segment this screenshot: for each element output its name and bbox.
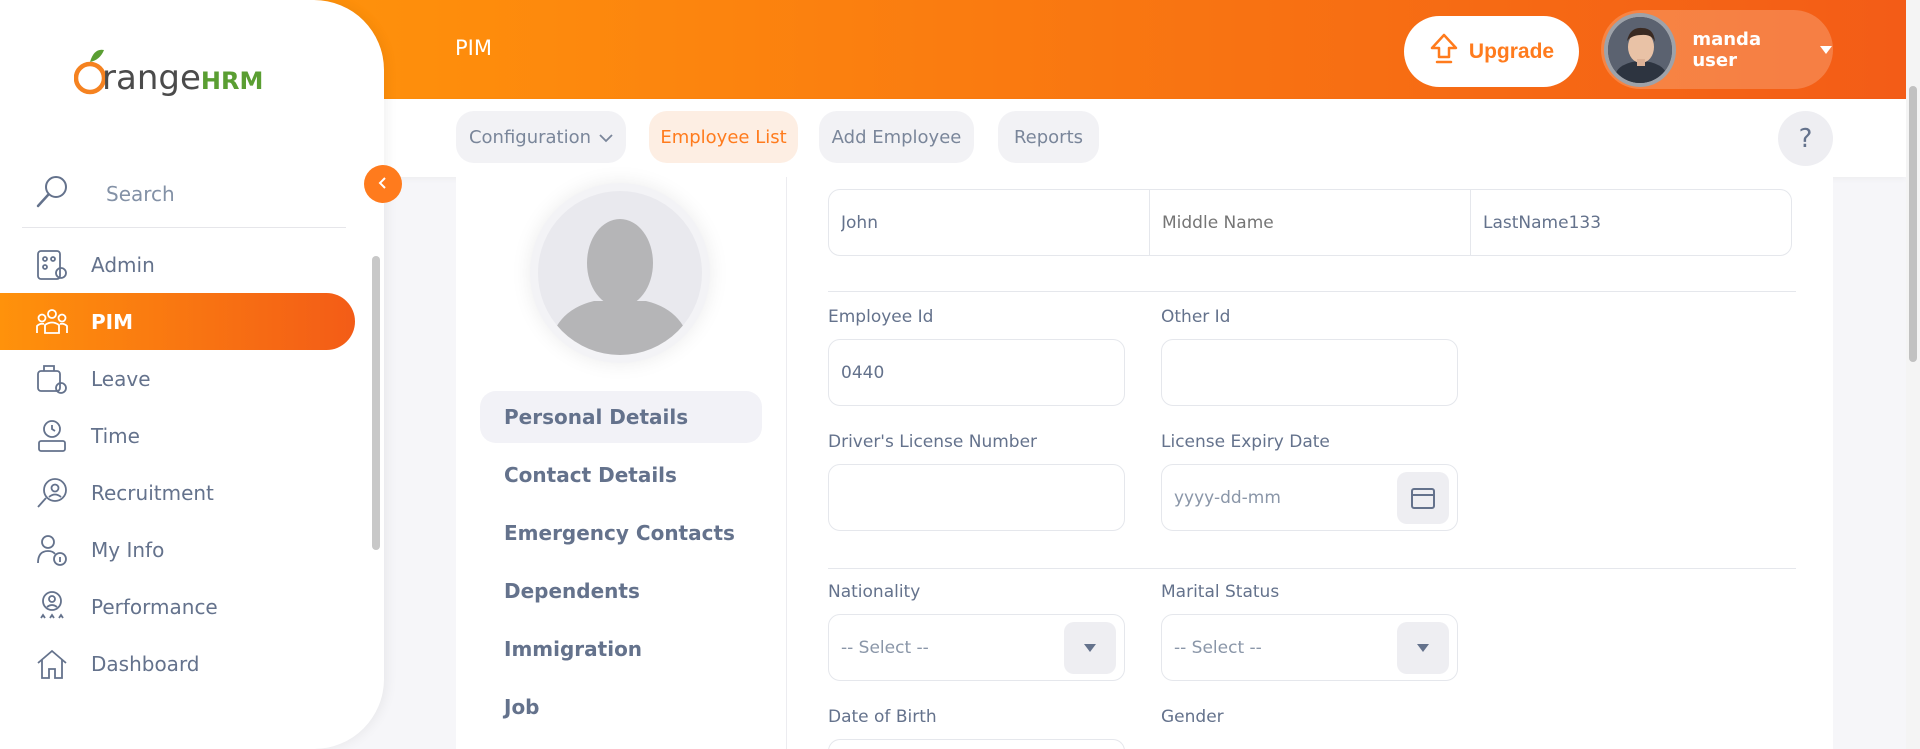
sidebar-item-performance[interactable]: Performance <box>0 578 355 635</box>
page-scrollbar[interactable] <box>1906 0 1920 749</box>
avatar <box>1604 12 1677 87</box>
sidebar-menu: Admin PIM Leave Time Recruitment My Info… <box>0 236 355 692</box>
sidebar-scrollbar-thumb[interactable] <box>372 256 380 550</box>
employee-full-name-group <box>828 189 1792 256</box>
logo-brand: range <box>102 58 201 98</box>
sidebar-item-pim[interactable]: PIM <box>0 293 355 350</box>
leave-icon <box>34 361 70 397</box>
first-name-input[interactable] <box>829 190 1150 255</box>
tab-contact-details[interactable]: Contact Details <box>480 449 762 501</box>
sidebar-item-label: PIM <box>91 309 134 334</box>
employee-id-input[interactable] <box>828 339 1125 406</box>
performance-icon <box>34 589 70 625</box>
subnav-label: Configuration <box>468 126 592 148</box>
logo-hrm: HRM <box>200 67 264 95</box>
sidebar-item-recruitment[interactable]: Recruitment <box>0 464 355 521</box>
sub-navigation: Configuration Employee List Add Employee… <box>300 99 1906 177</box>
nationality-select[interactable]: -- Select -- <box>828 614 1125 681</box>
pim-icon <box>34 304 70 340</box>
upgrade-button[interactable]: Upgrade <box>1404 16 1579 87</box>
tab-add-employee[interactable]: Add Employee <box>819 111 974 163</box>
sidebar-item-time[interactable]: Time <box>0 407 355 464</box>
sidebar-item-leave[interactable]: Leave <box>0 350 355 407</box>
dashboard-icon <box>34 646 70 682</box>
marital-status-value: -- Select -- <box>1174 637 1262 658</box>
upgrade-label: Upgrade <box>1468 39 1555 63</box>
tab-emergency-contacts[interactable]: Emergency Contacts <box>480 507 762 559</box>
last-name-input[interactable] <box>1471 190 1791 255</box>
calendar-icon[interactable] <box>1397 471 1449 524</box>
page-title: PIM <box>455 36 492 60</box>
marital-status-label: Marital Status <box>1161 582 1280 602</box>
gender-label: Gender <box>1161 707 1224 727</box>
license-expiry-label: License Expiry Date <box>1161 432 1330 452</box>
tab-employee-list[interactable]: Employee List <box>649 111 798 163</box>
tab-job[interactable]: Job <box>480 681 762 733</box>
marital-status-select[interactable]: -- Select -- <box>1161 614 1458 681</box>
sidebar-item-label: Leave <box>91 366 151 391</box>
license-expiry-input[interactable] <box>1162 465 1397 530</box>
caret-down-icon[interactable] <box>1397 621 1449 674</box>
sidebar-item-label: Recruitment <box>91 480 214 505</box>
tab-reports[interactable]: Reports <box>998 111 1099 163</box>
help-button[interactable]: ? <box>1778 111 1833 166</box>
sidebar-item-label: Performance <box>91 594 218 619</box>
caret-down-icon <box>1819 40 1833 59</box>
sidebar-item-label: My Info <box>91 537 165 562</box>
search-label: Search <box>106 181 175 206</box>
subnav-label: Add Employee <box>831 126 962 148</box>
nationality-label: Nationality <box>828 582 921 602</box>
license-expiry-field <box>1161 464 1458 531</box>
admin-icon <box>34 247 70 283</box>
other-id-input[interactable] <box>1161 339 1458 406</box>
other-id-label: Other Id <box>1161 307 1231 327</box>
sidebar-item-label: Dashboard <box>91 651 200 676</box>
sidebar-item-label: Time <box>91 423 140 448</box>
subnav-label: Reports <box>1013 126 1084 148</box>
caret-down-icon[interactable] <box>1064 621 1116 674</box>
chevron-down-icon <box>599 127 613 148</box>
question-mark-icon: ? <box>1798 123 1813 154</box>
logo-text: rangeHRM <box>102 58 263 98</box>
recruitment-icon <box>34 475 70 511</box>
time-icon <box>34 418 70 454</box>
date-of-birth-input[interactable] <box>828 739 1125 749</box>
collapse-sidebar-button[interactable] <box>364 165 402 203</box>
sidebar-item-label: Admin <box>91 252 155 277</box>
sidebar-scrollbar[interactable] <box>370 238 382 708</box>
sidebar-item-my-info[interactable]: My Info <box>0 521 355 578</box>
middle-name-input[interactable] <box>1150 190 1471 255</box>
user-dropdown[interactable]: manda user <box>1601 10 1833 89</box>
card-divider <box>786 177 787 749</box>
employee-profile-picture[interactable] <box>530 183 710 363</box>
profile-tabs: Personal Details Contact Details Emergen… <box>480 391 762 739</box>
section-divider <box>828 568 1796 569</box>
sidebar-item-admin[interactable]: Admin <box>0 236 355 293</box>
license-number-label: Driver's License Number <box>828 432 1038 452</box>
license-number-input[interactable] <box>828 464 1125 531</box>
tab-configuration[interactable]: Configuration <box>456 111 626 163</box>
nationality-value: -- Select -- <box>841 637 929 658</box>
tab-personal-details[interactable]: Personal Details <box>480 391 762 443</box>
section-divider <box>828 291 1796 292</box>
sidebar-search[interactable]: Search <box>22 160 346 228</box>
sidebar: rangeHRM Search Admin PIM Leave Time Rec… <box>0 0 384 749</box>
chevron-left-icon <box>377 175 389 194</box>
user-name: manda user <box>1692 28 1762 71</box>
tab-immigration[interactable]: Immigration <box>480 623 762 675</box>
employee-id-label: Employee Id <box>828 307 934 327</box>
search-icon <box>34 174 70 214</box>
upload-arrow-icon <box>1429 32 1459 72</box>
sidebar-item-dashboard[interactable]: Dashboard <box>0 635 355 692</box>
subnav-label: Employee List <box>660 126 787 148</box>
tab-dependents[interactable]: Dependents <box>480 565 762 617</box>
my-info-icon <box>34 532 70 568</box>
date-of-birth-label: Date of Birth <box>828 707 937 727</box>
page-scrollbar-thumb[interactable] <box>1909 86 1917 362</box>
